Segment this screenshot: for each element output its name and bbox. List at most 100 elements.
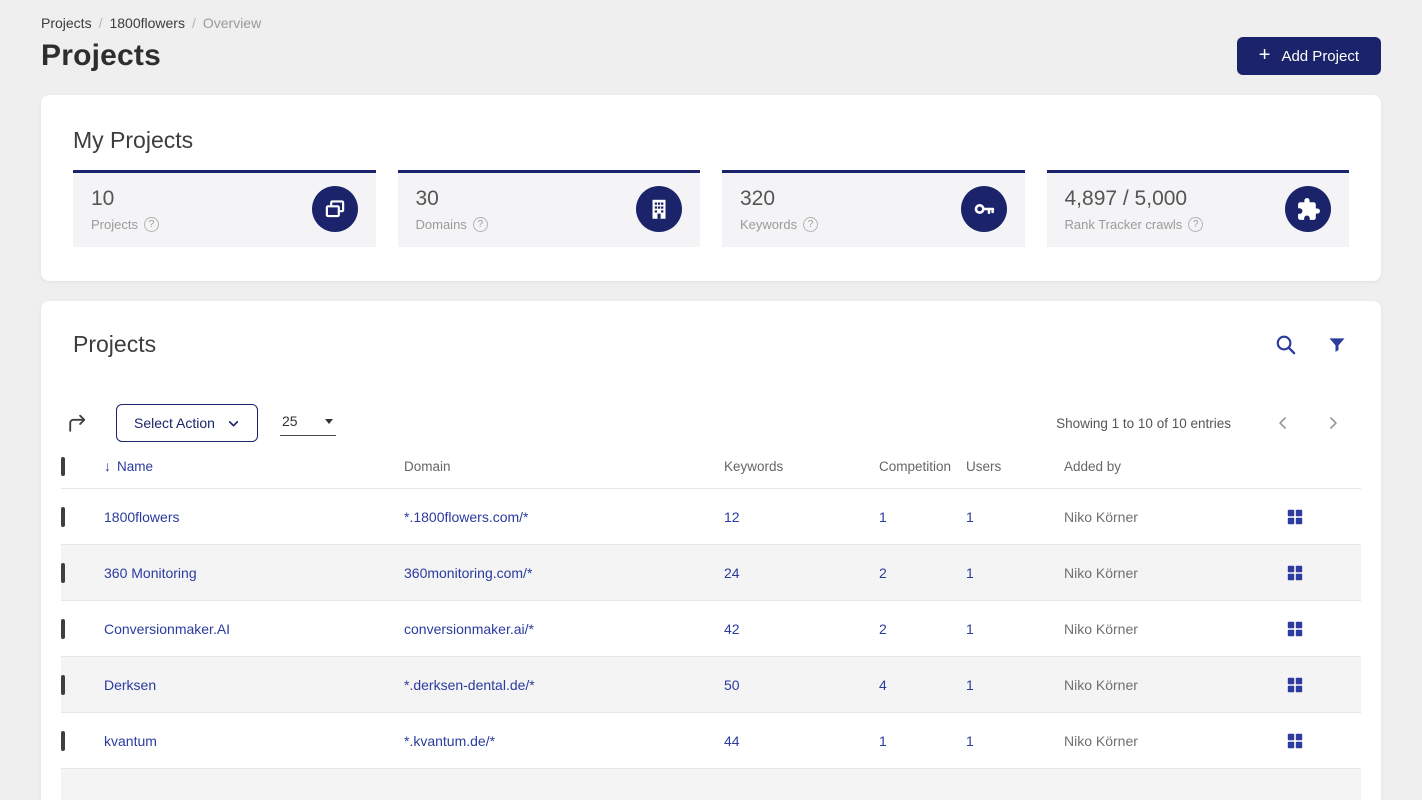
project-name-link[interactable]: kvantum	[104, 733, 157, 749]
help-icon[interactable]: ?	[1188, 216, 1204, 232]
page-size-select[interactable]: 25	[279, 410, 336, 436]
select-all-checkbox[interactable]	[61, 456, 65, 476]
project-name-link[interactable]: Conversionmaker.AI	[104, 621, 230, 637]
breadcrumb-overview: Overview	[202, 15, 262, 31]
stat-label-crawls: Rank Tracker crawls	[1064, 216, 1183, 232]
search-icon[interactable]	[1274, 333, 1297, 356]
competition-count-link[interactable]: 4	[879, 677, 887, 693]
added-by-text: Niko Körner	[1064, 508, 1138, 525]
projects-table: ↓ Name Domain Keywords Competition Users …	[61, 456, 1361, 800]
plus-icon: +	[1258, 44, 1271, 66]
row-checkbox[interactable]	[61, 674, 65, 695]
keywords-count-link[interactable]: 12	[724, 509, 740, 525]
apps-grid-icon[interactable]	[1287, 677, 1303, 693]
table-row: kvantum *.kvantum.de/* 44 1 1 Niko Körne…	[61, 712, 1361, 769]
add-project-label: Add Project	[1281, 47, 1359, 65]
project-domain-link[interactable]: *.derksen-dental.de/*	[404, 677, 535, 693]
column-header-name[interactable]: ↓ Name	[104, 458, 404, 489]
sort-descending-icon: ↓	[104, 458, 111, 474]
project-name-link[interactable]: 1800flowers	[104, 509, 180, 525]
stat-label-domains: Domains	[415, 216, 467, 232]
users-count-link[interactable]: 1	[966, 677, 974, 693]
table-header-row: ↓ Name Domain Keywords Competition Users …	[61, 456, 1361, 489]
competition-count-link[interactable]: 2	[879, 621, 887, 637]
row-checkbox[interactable]	[61, 730, 65, 751]
screens-icon	[311, 186, 358, 232]
stat-card-projects: 10 Projects ?	[73, 170, 376, 247]
apps-grid-icon[interactable]	[1287, 733, 1303, 749]
table-row: Derksen *.derksen-dental.de/* 50 4 1 Nik…	[61, 656, 1361, 713]
stat-label-keywords: Keywords	[740, 216, 798, 232]
stat-value-crawls: 4,897 / 5,000	[1064, 186, 1188, 210]
stat-label-projects: Projects	[91, 216, 138, 232]
column-header-users[interactable]: Users	[966, 458, 1064, 489]
competition-count-link[interactable]: 2	[879, 565, 887, 581]
project-name-link[interactable]: 360 Monitoring	[104, 565, 197, 581]
stat-card-crawls: 4,897 / 5,000 Rank Tracker crawls ?	[1046, 170, 1349, 247]
stats-row: 10 Projects ? 30 Domains ? 320 Keywords …	[73, 170, 1349, 247]
stat-card-keywords: 320 Keywords ?	[722, 170, 1025, 247]
column-header-domain[interactable]: Domain	[404, 458, 724, 489]
key-icon	[960, 186, 1007, 232]
stat-value-keywords: 320	[740, 186, 776, 210]
column-header-keywords[interactable]: Keywords	[724, 458, 879, 489]
column-header-added-by[interactable]: Added by	[1064, 458, 1251, 489]
add-project-button[interactable]: + Add Project	[1236, 37, 1381, 75]
breadcrumb: Projects / 1800flowers / Overview	[41, 0, 1381, 31]
select-action-label: Select Action	[134, 415, 215, 431]
breadcrumb-separator: /	[98, 15, 103, 31]
project-name-link[interactable]: Derksen	[104, 677, 156, 693]
project-domain-link[interactable]: *.kvantum.de/*	[404, 733, 495, 749]
competition-count-link[interactable]: 1	[879, 733, 887, 749]
apps-grid-icon[interactable]	[1287, 565, 1303, 581]
table-row	[61, 768, 1361, 800]
select-action-dropdown[interactable]: Select Action	[116, 404, 258, 442]
project-domain-link[interactable]: conversionmaker.ai/*	[404, 621, 534, 637]
export-icon[interactable]	[65, 411, 90, 436]
my-projects-card: My Projects 10 Projects ? 30 Domains ? 3…	[41, 95, 1381, 281]
added-by-text: Niko Körner	[1064, 620, 1138, 637]
help-icon[interactable]: ?	[803, 216, 819, 232]
chevron-down-icon	[228, 420, 239, 426]
users-count-link[interactable]: 1	[966, 509, 974, 525]
added-by-text: Niko Körner	[1064, 676, 1138, 693]
stat-value-domains: 30	[415, 186, 439, 210]
breadcrumb-1800flowers[interactable]: 1800flowers	[109, 15, 185, 31]
projects-panel-title: Projects	[73, 331, 157, 357]
competition-count-link[interactable]: 1	[879, 509, 887, 525]
my-projects-title: My Projects	[73, 127, 194, 153]
keywords-count-link[interactable]: 44	[724, 733, 740, 749]
added-by-text: Niko Körner	[1064, 564, 1138, 581]
title-row: Projects + Add Project	[41, 37, 1381, 75]
row-checkbox[interactable]	[61, 506, 65, 527]
keywords-count-link[interactable]: 50	[724, 677, 740, 693]
stat-card-domains: 30 Domains ?	[397, 170, 700, 247]
keywords-count-link[interactable]: 24	[724, 565, 740, 581]
caret-down-icon	[324, 418, 333, 424]
showing-entries-text: Showing 1 to 10 of 10 entries	[1056, 415, 1231, 431]
project-domain-link[interactable]: 360monitoring.com/*	[404, 565, 532, 581]
project-domain-link[interactable]: *.1800flowers.com/*	[404, 509, 529, 525]
table-row: 360 Monitoring 360monitoring.com/* 24 2 …	[61, 544, 1361, 601]
building-icon	[636, 186, 682, 232]
breadcrumb-projects[interactable]: Projects	[41, 15, 92, 31]
apps-grid-icon[interactable]	[1287, 509, 1303, 525]
page-root: Projects / 1800flowers / Overview Projec…	[0, 0, 1422, 800]
filter-icon[interactable]	[1327, 335, 1347, 355]
chevron-right-icon[interactable]	[1323, 413, 1343, 433]
users-count-link[interactable]: 1	[966, 621, 974, 637]
puzzle-icon	[1285, 186, 1331, 232]
page-title: Projects	[41, 39, 161, 72]
apps-grid-icon[interactable]	[1287, 621, 1303, 637]
chevron-left-icon[interactable]	[1273, 413, 1293, 433]
column-header-competition[interactable]: Competition	[879, 458, 966, 489]
users-count-link[interactable]: 1	[966, 565, 974, 581]
keywords-count-link[interactable]: 42	[724, 621, 740, 637]
help-icon[interactable]: ?	[472, 216, 488, 232]
row-checkbox[interactable]	[61, 562, 65, 583]
users-count-link[interactable]: 1	[966, 733, 974, 749]
stat-value-projects: 10	[91, 186, 115, 210]
row-checkbox[interactable]	[61, 618, 65, 639]
breadcrumb-separator: /	[191, 15, 196, 31]
help-icon[interactable]: ?	[143, 216, 159, 232]
